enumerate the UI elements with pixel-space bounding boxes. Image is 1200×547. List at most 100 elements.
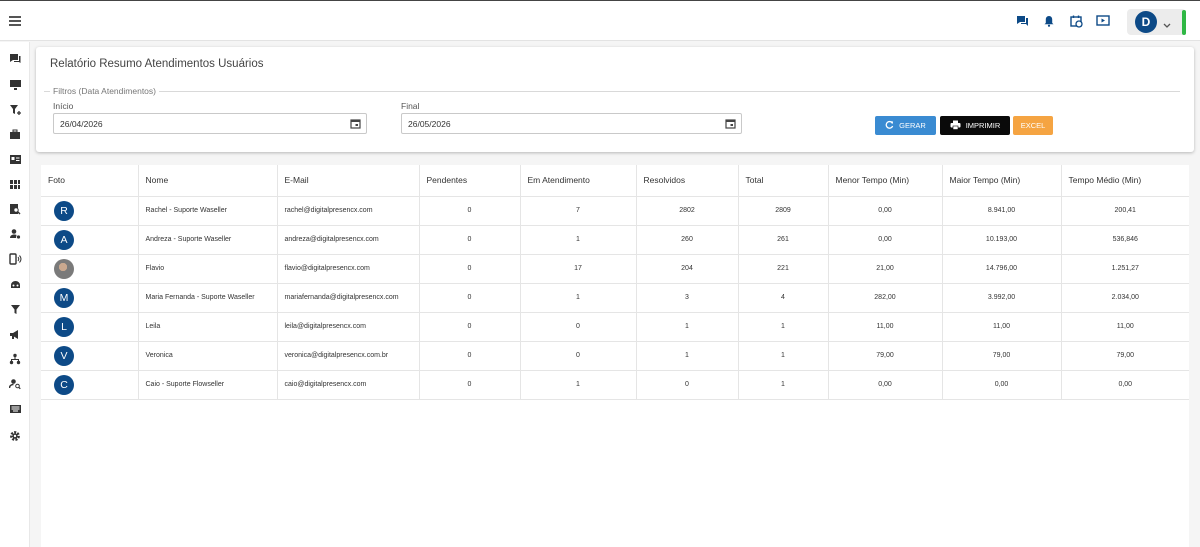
- column-header[interactable]: Tempo Médio (Min): [1060, 165, 1189, 197]
- avatar: M: [54, 287, 74, 308]
- table-row[interactable]: L Leila leila@digitalpresencx.com 0 0 1 …: [41, 312, 1189, 342]
- total-count: 221: [737, 254, 828, 284]
- generate-button[interactable]: GERAR: [875, 116, 936, 135]
- keyboard-icon[interactable]: [8, 402, 22, 416]
- in-service-count: 0: [519, 312, 636, 342]
- gear-icon[interactable]: [8, 429, 22, 443]
- user-email: mariafernanda@digitalpresencx.com: [276, 283, 419, 313]
- min-time: 0,00: [827, 370, 942, 400]
- calendar-icon[interactable]: [725, 118, 736, 131]
- avatar-photo: [54, 258, 74, 279]
- total-count: 261: [737, 225, 828, 255]
- avg-time: 11,00: [1060, 312, 1189, 342]
- user-name: Leila: [137, 312, 277, 342]
- document-search-icon[interactable]: [8, 202, 22, 216]
- chat-icon[interactable]: [1014, 13, 1030, 29]
- excel-button[interactable]: EXCEL: [1013, 116, 1053, 135]
- resolved-count: 3: [635, 283, 738, 313]
- in-service-count: 7: [519, 196, 636, 226]
- max-time: 79,00: [941, 341, 1061, 371]
- avg-time: 79,00: [1060, 341, 1189, 371]
- briefcase-icon[interactable]: [8, 127, 22, 141]
- video-icon[interactable]: [1095, 13, 1111, 29]
- max-time: 11,00: [941, 312, 1061, 342]
- table-row[interactable]: R Rachel - Suporte Waseller rachel@digit…: [41, 196, 1189, 226]
- start-date-label: Início: [53, 101, 74, 111]
- max-time: 8.941,00: [941, 196, 1061, 226]
- avatar: L: [54, 316, 74, 337]
- calendar-clock-icon[interactable]: [1068, 13, 1084, 29]
- end-date-label: Final: [401, 101, 420, 111]
- user-settings-icon[interactable]: [8, 227, 22, 241]
- pending-count: 0: [418, 254, 520, 284]
- chat-icon[interactable]: [8, 52, 22, 66]
- filter-add-icon[interactable]: [8, 103, 22, 117]
- in-service-count: 17: [519, 254, 636, 284]
- funnel-icon[interactable]: [8, 302, 22, 316]
- in-service-count: 0: [519, 341, 636, 371]
- sidebar: [0, 42, 30, 547]
- monitor-icon[interactable]: [8, 78, 22, 92]
- user-email: rachel@digitalpresencx.com: [276, 196, 419, 226]
- generate-label: GERAR: [899, 121, 926, 130]
- user-email: veronica@digitalpresencx.com.br: [276, 341, 419, 371]
- id-card-icon[interactable]: [8, 152, 22, 166]
- status-indicator: [1182, 10, 1186, 35]
- top-actions: [1014, 13, 1111, 29]
- total-count: 2809: [737, 196, 828, 226]
- pending-count: 0: [418, 225, 520, 255]
- page-title: Relatório Resumo Atendimentos Usuários: [50, 58, 264, 70]
- resolved-count: 1: [635, 312, 738, 342]
- user-menu[interactable]: D: [1127, 9, 1186, 35]
- avg-time: 2.034,00: [1060, 283, 1189, 313]
- total-count: 1: [737, 312, 828, 342]
- user-email: leila@digitalpresencx.com: [276, 312, 419, 342]
- column-header[interactable]: E-Mail: [276, 165, 419, 197]
- calendar-icon[interactable]: [350, 118, 361, 131]
- max-time: 10.193,00: [941, 225, 1061, 255]
- bell-icon[interactable]: [1041, 13, 1057, 29]
- column-header[interactable]: Resolvidos: [635, 165, 738, 197]
- total-count: 4: [737, 283, 828, 313]
- in-service-count: 1: [519, 370, 636, 400]
- phone-sound-icon[interactable]: [8, 252, 22, 266]
- avatar: D: [1135, 11, 1157, 33]
- user-email: flavio@digitalpresencx.com: [276, 254, 419, 284]
- robot-icon[interactable]: [8, 277, 22, 291]
- printer-icon: [950, 120, 961, 132]
- menu-icon[interactable]: [9, 16, 21, 26]
- pending-count: 0: [418, 283, 520, 313]
- total-count: 1: [737, 370, 828, 400]
- user-search-icon[interactable]: [8, 377, 22, 391]
- user-name: Andreza - Suporte Waseller: [137, 225, 277, 255]
- min-time: 21,00: [827, 254, 942, 284]
- avatar: A: [54, 229, 74, 250]
- total-count: 1: [737, 341, 828, 371]
- column-header[interactable]: Maior Tempo (Min): [941, 165, 1061, 197]
- table-row[interactable]: C Caio - Suporte Flowseller caio@digital…: [41, 370, 1189, 400]
- pending-count: 0: [418, 312, 520, 342]
- view-module-icon[interactable]: [8, 177, 22, 191]
- table-row[interactable]: V Veronica veronica@digitalpresencx.com.…: [41, 341, 1189, 371]
- min-time: 11,00: [827, 312, 942, 342]
- column-header[interactable]: Em Atendimento: [519, 165, 636, 197]
- start-date-field[interactable]: 26/04/2026: [53, 113, 367, 134]
- min-time: 0,00: [827, 196, 942, 226]
- column-header[interactable]: Foto: [41, 165, 138, 197]
- avatar: V: [54, 345, 74, 366]
- user-name: Caio - Suporte Flowseller: [137, 370, 277, 400]
- column-header[interactable]: Pendentes: [418, 165, 520, 197]
- print-button[interactable]: IMPRIMIR: [940, 116, 1010, 135]
- column-header[interactable]: Menor Tempo (Min): [827, 165, 942, 197]
- column-header[interactable]: Total: [737, 165, 828, 197]
- hierarchy-icon[interactable]: [8, 352, 22, 366]
- pending-count: 0: [418, 341, 520, 371]
- top-bar: D: [0, 0, 1200, 41]
- table-row[interactable]: Flavio flavio@digitalpresencx.com 0 17 2…: [41, 254, 1189, 284]
- table-row[interactable]: A Andreza - Suporte Waseller andreza@dig…: [41, 225, 1189, 255]
- column-header[interactable]: Nome: [137, 165, 277, 197]
- user-email: andreza@digitalpresencx.com: [276, 225, 419, 255]
- end-date-field[interactable]: 26/05/2026: [401, 113, 742, 134]
- table-row[interactable]: M Maria Fernanda - Suporte Waseller mari…: [41, 283, 1189, 313]
- megaphone-icon[interactable]: [8, 327, 22, 341]
